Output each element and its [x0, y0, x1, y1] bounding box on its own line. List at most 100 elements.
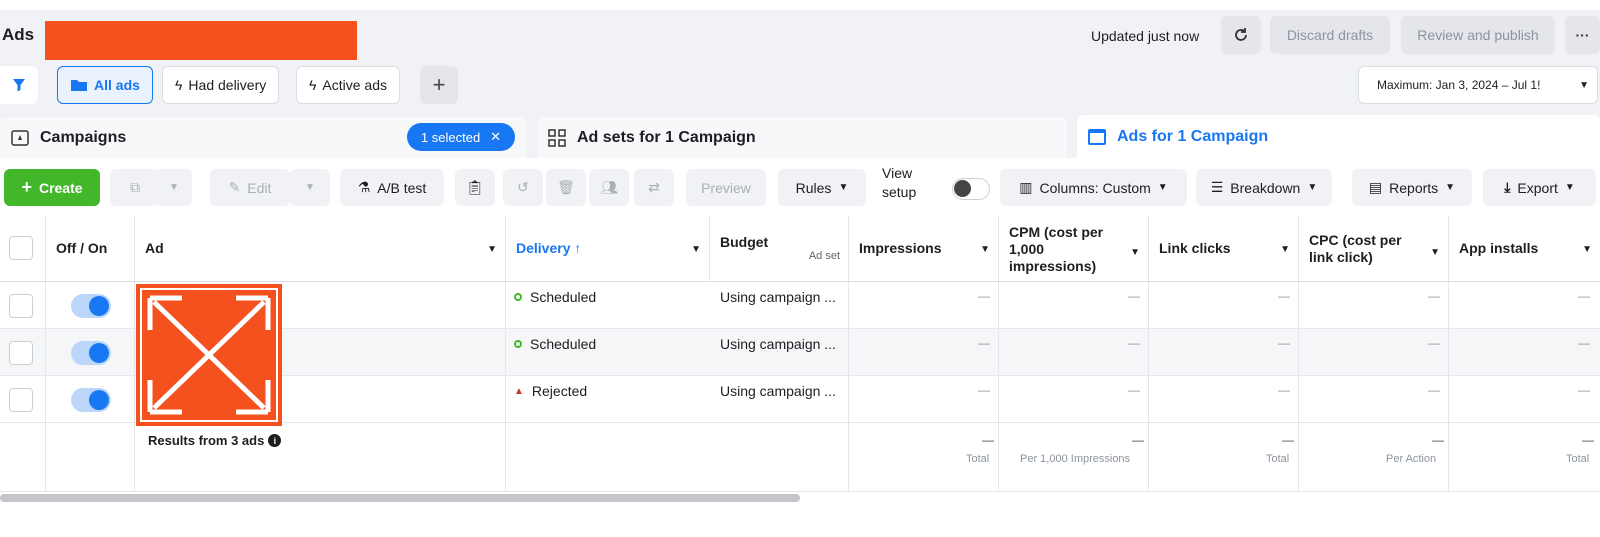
- date-range-picker[interactable]: Maximum: Jan 3, 2024 – Jul 1! ▼: [1358, 66, 1598, 104]
- header-budget[interactable]: Budget Ad set: [710, 216, 849, 282]
- had-delivery-label: Had delivery: [188, 77, 267, 93]
- add-filter-button[interactable]: +: [420, 66, 458, 104]
- preview-button[interactable]: Preview: [686, 169, 766, 206]
- tab-ads[interactable]: Ads for 1 Campaign: [1077, 115, 1600, 158]
- date-range-label: Maximum: Jan 3, 2024 – Jul 1!: [1377, 78, 1541, 92]
- ab-test-label: A/B test: [377, 179, 427, 196]
- plus-icon: +: [21, 177, 32, 197]
- cpc-value: —: [1428, 289, 1440, 303]
- more-options-button[interactable]: ···: [1565, 16, 1600, 54]
- tab-active-ads[interactable]: ϟ Active ads: [296, 66, 401, 104]
- scheduled-dot-icon: [514, 293, 522, 301]
- edit-button[interactable]: ✎ Edit: [210, 169, 290, 206]
- tab-ad-sets[interactable]: Ad sets for 1 Campaign: [537, 117, 1067, 158]
- selected-badge[interactable]: 1 selected ✕: [407, 123, 515, 151]
- breakdown-button[interactable]: ☰ Breakdown ▼: [1196, 169, 1332, 206]
- audience-button[interactable]: 👥︎: [589, 169, 629, 206]
- header-ad[interactable]: Ad ▼: [135, 216, 506, 282]
- chevron-down-icon: ▼: [1579, 79, 1589, 91]
- level-tabs: Campaigns 1 selected ✕ Ad sets for 1 Cam…: [0, 112, 1600, 158]
- chevron-down-icon[interactable]: ▼: [1430, 244, 1440, 261]
- header-impressions[interactable]: Impressions ▼: [849, 216, 999, 282]
- total-link-clicks: —: [1282, 433, 1294, 447]
- export-button[interactable]: ⤓ Export ▼: [1483, 169, 1596, 206]
- ad-on-off-toggle[interactable]: [71, 388, 111, 412]
- close-icon[interactable]: ✕: [490, 129, 501, 145]
- delete-button[interactable]: 🗑︎: [546, 169, 586, 206]
- tab-campaigns[interactable]: Campaigns 1 selected ✕: [0, 117, 527, 158]
- tab-had-delivery[interactable]: ϟ Had delivery: [162, 66, 280, 104]
- select-all-checkbox[interactable]: [9, 236, 33, 260]
- delivery-label: Rejected: [531, 383, 588, 399]
- app-installs-value: —: [1578, 383, 1590, 397]
- header-delivery[interactable]: Delivery ↑ ▼: [506, 216, 710, 282]
- create-label: Create: [38, 179, 83, 196]
- total-cpm-sub: Per 1,000 Impressions: [1020, 453, 1131, 465]
- header-cpc[interactable]: CPC (cost per link click) ▼: [1299, 216, 1449, 282]
- ab-test-button[interactable]: ⚗ A/B test: [340, 169, 444, 206]
- filter-bar: All ads ϟ Had delivery ϟ Active ads + Ma…: [0, 60, 1600, 112]
- refresh-icon: [1235, 28, 1247, 41]
- chevron-down-icon[interactable]: ▼: [980, 244, 990, 255]
- trash-icon: 🗑︎: [557, 179, 575, 195]
- chevron-down-icon: ▼: [1157, 182, 1168, 193]
- chevron-down-icon[interactable]: ▼: [1130, 244, 1140, 261]
- ad-on-off-toggle[interactable]: [71, 341, 111, 365]
- row-checkbox[interactable]: [9, 388, 33, 412]
- rejected-triangle-icon: ▲: [514, 385, 524, 397]
- columns-button[interactable]: ▥ Columns: Custom ▼: [1000, 169, 1187, 206]
- edit-dropdown[interactable]: ▼: [290, 169, 330, 206]
- refresh-button[interactable]: [1221, 16, 1261, 54]
- filter-button[interactable]: [0, 66, 38, 104]
- download-icon: ⤓: [1504, 179, 1511, 195]
- results-summary: Results from 3 ads i: [148, 433, 282, 448]
- clipboard-icon: 📋︎: [466, 179, 484, 195]
- reports-button[interactable]: ▤ Reports ▼: [1352, 169, 1472, 206]
- chevron-down-icon[interactable]: ▼: [487, 244, 497, 255]
- create-button[interactable]: + Create: [4, 169, 100, 206]
- review-publish-button[interactable]: Review and publish: [1401, 16, 1555, 54]
- view-setup-toggle[interactable]: [952, 178, 990, 200]
- delivery-status: ▲ Rejected: [514, 383, 587, 399]
- discard-drafts-button[interactable]: Discard drafts: [1270, 16, 1390, 54]
- header-link-clicks[interactable]: Link clicks ▼: [1149, 216, 1299, 282]
- row-checkbox[interactable]: [9, 294, 33, 318]
- ad-on-off-toggle[interactable]: [71, 294, 111, 318]
- scheduled-dot-icon: [514, 340, 522, 348]
- lightning-icon: ϟ: [309, 77, 317, 93]
- total-cpc-sub: Per Action: [1386, 453, 1437, 465]
- clipboard-button[interactable]: 📋︎: [455, 169, 495, 206]
- chevron-down-icon[interactable]: ▼: [1280, 244, 1290, 255]
- header-off-on[interactable]: Off / On: [46, 216, 135, 282]
- header-budget-label: Budget: [720, 234, 769, 250]
- delivery-label: Scheduled: [530, 289, 597, 305]
- impressions-value: —: [978, 383, 990, 397]
- duplicate-dropdown[interactable]: ▼: [156, 169, 192, 206]
- undo-icon: ↺: [517, 179, 529, 195]
- info-icon[interactable]: i: [268, 434, 282, 447]
- rules-button[interactable]: Rules ▼: [778, 169, 866, 206]
- chevron-down-icon[interactable]: ▼: [691, 244, 701, 255]
- all-ads-label: All ads: [94, 77, 140, 93]
- row-checkbox[interactable]: [9, 341, 33, 365]
- tab-all-ads[interactable]: All ads: [57, 66, 153, 104]
- undo-button[interactable]: ↺: [503, 169, 543, 206]
- edit-label: Edit: [247, 179, 272, 196]
- chevron-down-icon[interactable]: ▼: [1582, 244, 1592, 255]
- header-cpm[interactable]: CPM (cost per 1,000 impressions) ▼: [999, 216, 1149, 282]
- header-app-installs[interactable]: App installs ▼: [1449, 216, 1600, 282]
- duplicate-icon: ⧉: [130, 179, 140, 195]
- preview-link-button[interactable]: ⇄: [634, 169, 674, 206]
- selected-label: 1 selected: [420, 129, 481, 145]
- header-app-installs-label: App installs: [1459, 240, 1539, 256]
- delivery-status: Scheduled: [514, 336, 596, 352]
- ad-sets-icon: [548, 128, 566, 147]
- column-divider: [1298, 282, 1299, 492]
- export-label: Export: [1517, 179, 1558, 196]
- duplicate-button[interactable]: ⧉: [110, 169, 160, 206]
- horizontal-scrollbar[interactable]: [0, 494, 800, 502]
- campaign-icon: [11, 129, 29, 146]
- column-divider: [134, 282, 135, 492]
- header-link-clicks-label: Link clicks: [1159, 240, 1231, 256]
- results-footer: Results from 3 ads i — Total — Per 1,000…: [0, 423, 1600, 492]
